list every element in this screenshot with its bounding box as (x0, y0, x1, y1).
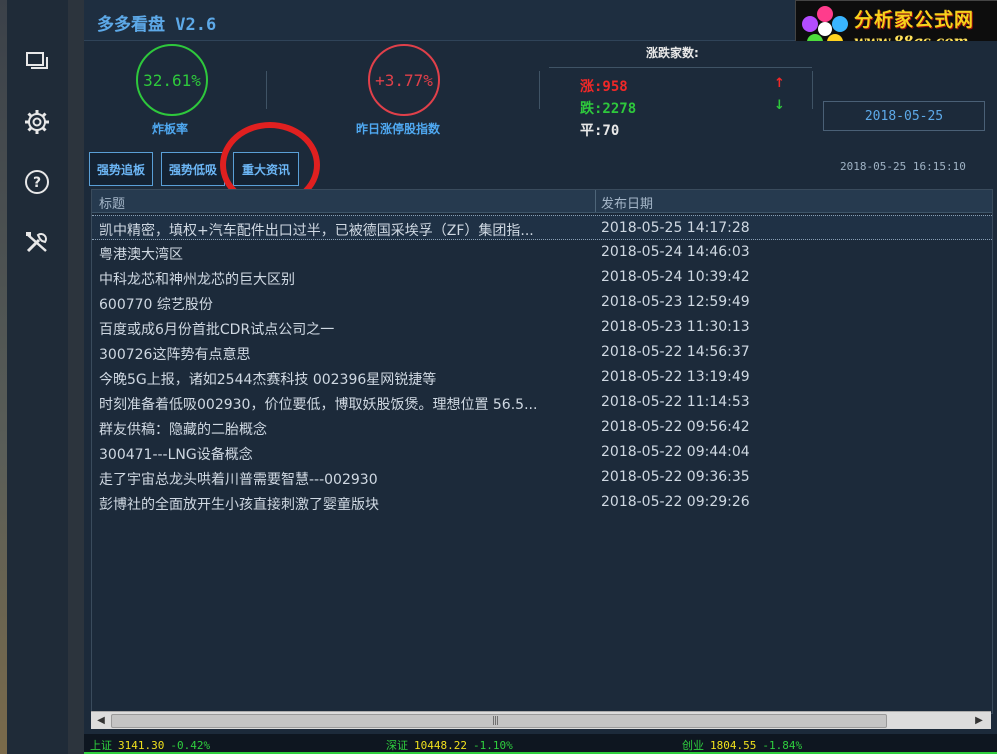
row-title: 600770 综艺股份 (99, 297, 213, 313)
row-date: 2018-05-22 11:14:53 (601, 394, 750, 410)
index-shanghai: 上证 3141.30 -0.42% (90, 737, 210, 753)
window-icon (26, 52, 48, 69)
index-value: 10448.22 (414, 739, 467, 752)
divider (812, 71, 813, 109)
tabs-bar: 强势追板 强势低吸 重大资讯 2018-05-25 16:15:10 (84, 141, 997, 189)
row-title: 粤港澳大湾区 (99, 247, 183, 263)
down-count: 跌:2278 (580, 101, 637, 117)
row-date: 2018-05-22 09:29:26 (601, 494, 750, 510)
table-row[interactable]: 600770 综艺股份 2018-05-23 12:59:49 (92, 290, 992, 315)
tab-strong-chase[interactable]: 强势追板 (89, 152, 153, 186)
tools-icon (26, 232, 47, 253)
table-row[interactable]: 群友供稿：隐藏的二胎概念 2018-05-22 09:56:42 (92, 415, 992, 440)
row-date: 2018-05-22 13:19:49 (601, 369, 750, 385)
tab-strong-buy-low[interactable]: 强势低吸 (161, 152, 225, 186)
table-row[interactable]: 彭博社的全面放开生小孩直接刺激了婴童版块 2018-05-22 09:29:26 (92, 490, 992, 515)
scroll-left-arrow-icon[interactable]: ◀ (93, 713, 109, 728)
column-header-title[interactable]: 标题 (99, 193, 125, 212)
index-name: 创业 (682, 739, 704, 752)
table-row[interactable]: 走了宇宙总龙头哄着川普需要智慧---002930 2018-05-22 09:3… (92, 465, 992, 490)
index-status-bar: 上证 3141.30 -0.42% 深证 10448.22 -1.10% 创业 1804.… (84, 734, 997, 754)
row-date: 2018-05-22 14:56:37 (601, 344, 750, 360)
explode-rate-circle: 32.61% (136, 44, 208, 116)
sidebar-item-help[interactable]: ? (23, 168, 51, 196)
index-shenzhen: 深证 10448.22 -1.10% (386, 737, 513, 753)
index-name: 上证 (90, 739, 112, 752)
column-header-date[interactable]: 发布日期 (601, 193, 653, 212)
row-title: 群友供稿：隐藏的二胎概念 (99, 422, 267, 438)
date-picker[interactable]: 2018-05-25 (823, 101, 985, 131)
table-row[interactable]: 粤港澳大湾区 2018-05-24 14:46:03 (92, 240, 992, 265)
table-row[interactable]: 时刻准备着低吸002930，价位要低，博取妖股饭煲。理想位置 56.5... 2… (92, 390, 992, 415)
scroll-right-arrow-icon[interactable]: ▶ (971, 713, 987, 728)
app-title: 多多看盘 V2.6 (97, 15, 217, 35)
sidebar-item-window[interactable] (23, 48, 51, 76)
counts-title: 涨跌家数: (646, 46, 699, 60)
row-title: 300726这阵势有点意思 (99, 347, 251, 363)
row-title: 今晚5G上报，诸如2544杰赛科技 002396星网锐捷等 (99, 372, 437, 388)
yesterday-index-value: +3.77% (375, 70, 433, 90)
up-count: 涨:958 (580, 79, 628, 95)
index-value: 3141.30 (118, 739, 165, 752)
tab-major-news[interactable]: 重大资讯 (233, 152, 299, 186)
row-date: 2018-05-22 09:44:04 (601, 444, 750, 460)
svg-text:?: ? (33, 175, 41, 191)
help-icon: ? (25, 170, 49, 194)
row-date: 2018-05-22 09:36:35 (601, 469, 750, 485)
yesterday-index-label: 昨日涨停股指数 (356, 122, 441, 136)
table-row[interactable]: 今晚5G上报，诸如2544杰赛科技 002396星网锐捷等 2018-05-22… (92, 365, 992, 390)
divider (266, 71, 267, 109)
row-title: 百度或成6月份首批CDR试点公司之一 (99, 322, 335, 338)
row-date: 2018-05-22 09:56:42 (601, 419, 750, 435)
explode-rate-label: 炸板率 (152, 122, 189, 136)
row-date: 2018-05-23 11:30:13 (601, 319, 750, 335)
row-date: 2018-05-23 12:59:49 (601, 294, 750, 310)
row-title: 时刻准备着低吸002930，价位要低，博取妖股饭煲。理想位置 56.5... (99, 397, 538, 413)
scroll-thumb[interactable]: ||| (111, 714, 887, 728)
yesterday-index-circle: +3.77% (368, 44, 440, 116)
flat-count: 平:70 (580, 123, 620, 139)
row-date: 2018-05-24 10:39:42 (601, 269, 750, 285)
grip-icon: ||| (492, 716, 499, 726)
table-row[interactable]: 300471---LNG设备概念 2018-05-22 09:44:04 (92, 440, 992, 465)
index-change: -1.84% (762, 739, 803, 752)
row-title: 300471---LNG设备概念 (99, 447, 253, 463)
sidebar: ? (7, 0, 68, 754)
index-value: 1804.55 (710, 739, 757, 752)
row-date: 2018-05-25 14:17:28 (601, 220, 750, 236)
explode-rate-value: 32.61% (143, 70, 201, 90)
counts-divider (549, 67, 812, 68)
table-row[interactable]: 百度或成6月份首批CDR试点公司之一 2018-05-23 11:30:13 (92, 315, 992, 340)
row-title: 中科龙芯和神州龙芯的巨大区别 (99, 272, 295, 288)
index-change: -1.10% (472, 739, 513, 752)
table-row[interactable]: 300726这阵势有点意思 2018-05-22 14:56:37 (92, 340, 992, 365)
main-panel: 多多看盘 V2.6 分析家公式网 www.88gs.com 32.61% 炸板率… (84, 0, 997, 734)
current-datetime: 2018-05-25 16:15:10 (840, 160, 966, 173)
sidebar-item-tools[interactable] (23, 228, 51, 256)
table-row[interactable]: 凯中精密，填权+汽车配件出口过半，已被德国采埃孚（ZF）集团指... 2018-… (92, 215, 992, 240)
row-title: 走了宇宙总龙头哄着川普需要智慧---002930 (99, 472, 378, 488)
down-arrow-icon: ↓ (774, 98, 785, 113)
news-table: 标题 发布日期 凯中精密，填权+汽车配件出口过半，已被德国采埃孚（ZF）集团指.… (91, 189, 993, 714)
sidebar-gap (68, 0, 84, 754)
column-separator[interactable] (595, 190, 596, 212)
row-date: 2018-05-24 14:46:03 (601, 244, 750, 260)
index-change: -0.42% (170, 739, 211, 752)
sidebar-item-settings[interactable] (23, 108, 51, 136)
table-row[interactable]: 中科龙芯和神州龙芯的巨大区别 2018-05-24 10:39:42 (92, 265, 992, 290)
row-title: 彭博社的全面放开生小孩直接刺激了婴童版块 (99, 497, 379, 513)
index-name: 深证 (386, 739, 408, 752)
gear-icon (25, 110, 49, 134)
up-arrow-icon: ↑ (774, 76, 785, 91)
desktop-edge (0, 0, 7, 754)
divider (539, 71, 540, 109)
horizontal-scrollbar[interactable]: ◀ ||| ▶ (91, 711, 991, 729)
index-chinext: 创业 1804.55 -1.84% (682, 737, 802, 753)
logo-name: 分析家公式网 (854, 9, 975, 31)
table-header: 标题 发布日期 (92, 190, 992, 213)
stats-panel: 32.61% 炸板率 +3.77% 昨日涨停股指数 涨跌家数: 涨:958 ↑ … (84, 41, 997, 141)
row-title: 凯中精密，填权+汽车配件出口过半，已被德国采埃孚（ZF）集团指... (99, 223, 534, 239)
